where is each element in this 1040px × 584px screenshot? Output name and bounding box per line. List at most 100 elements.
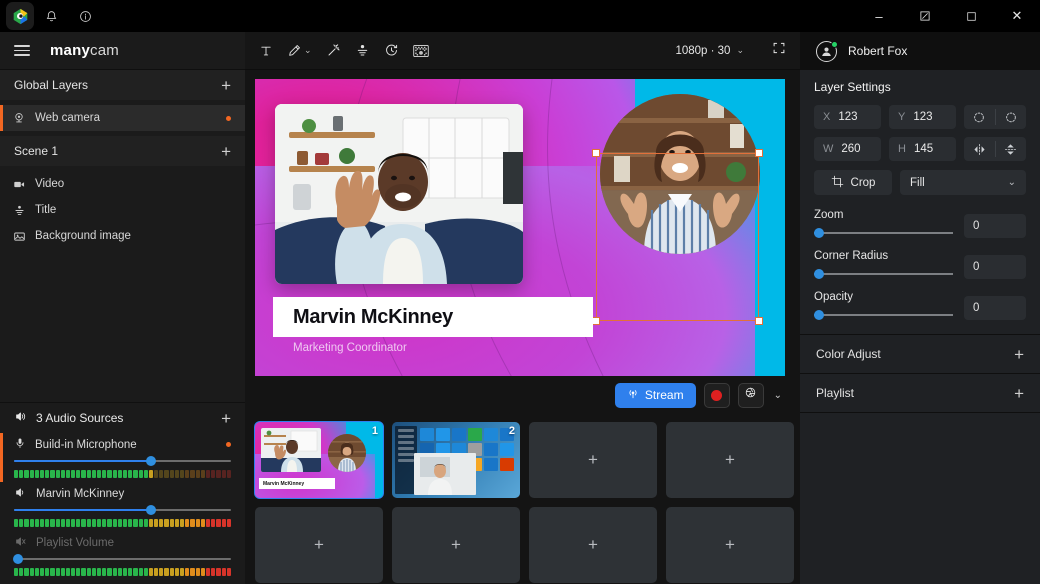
- expand-color-adjust-button[interactable]: +: [1014, 346, 1024, 363]
- y-position-field[interactable]: Y 123: [889, 105, 956, 129]
- audio-source-marvin-mckinney[interactable]: Marvin McKinney: [0, 482, 245, 531]
- rotate-left-icon[interactable]: [964, 105, 995, 129]
- notifications-bell-icon[interactable]: [34, 0, 68, 32]
- title-text-icon: [12, 204, 26, 217]
- maximize-button[interactable]: [948, 0, 994, 32]
- chroma-key-tool[interactable]: [413, 44, 429, 58]
- scene-tile-6[interactable]: +: [392, 507, 520, 583]
- menu-hamburger-icon[interactable]: [14, 45, 30, 56]
- playlist-section[interactable]: Playlist +: [800, 374, 1040, 412]
- user-name: Robert Fox: [848, 44, 907, 58]
- add-scene-plus-icon[interactable]: +: [666, 422, 794, 498]
- timer-tool[interactable]: [384, 43, 399, 58]
- add-scene-plus-icon[interactable]: +: [666, 507, 794, 583]
- record-button[interactable]: [704, 383, 730, 408]
- slider-knob[interactable]: [814, 269, 824, 279]
- add-scene-layer-button[interactable]: +: [221, 143, 231, 160]
- lower-third-name-bar[interactable]: Marvin McKinney: [273, 297, 593, 337]
- volume-slider-playlist[interactable]: [14, 553, 231, 565]
- brand-many: many: [50, 42, 90, 59]
- corner-radius-slider[interactable]: [814, 268, 953, 279]
- scene-tile-8[interactable]: +: [666, 507, 794, 583]
- add-scene-plus-icon[interactable]: +: [529, 422, 657, 498]
- info-circle-icon[interactable]: [68, 0, 102, 32]
- slider-knob[interactable]: [146, 456, 156, 466]
- scene-thumb-overlay-cam: [414, 453, 476, 495]
- sidebar-item-web-camera[interactable]: Web camera: [0, 105, 245, 131]
- video-preview-canvas[interactable]: Marvin McKinney Marketing Coordinator: [255, 79, 785, 376]
- position-fields-row: X 123 Y 123: [814, 105, 1026, 129]
- scene-tile-4[interactable]: +: [666, 422, 794, 498]
- scene-tile-7[interactable]: +: [529, 507, 657, 583]
- sidebar-item-video[interactable]: Video: [0, 171, 245, 197]
- volume-slider-marvin-mckinney[interactable]: [14, 504, 231, 516]
- chevron-down-icon[interactable]: ⌄: [1008, 177, 1016, 188]
- color-adjust-label: Color Adjust: [816, 347, 881, 361]
- minimize-button[interactable]: –: [856, 0, 902, 32]
- color-adjust-section[interactable]: Color Adjust +: [800, 335, 1040, 373]
- circular-webcam-feed[interactable]: [600, 94, 760, 254]
- add-scene-plus-icon[interactable]: +: [255, 507, 383, 583]
- rotate-right-icon[interactable]: [996, 105, 1027, 129]
- presenter-name: Marvin McKinney: [293, 306, 453, 329]
- fullscreen-icon[interactable]: [772, 41, 786, 60]
- sidebar-item-background-image[interactable]: Background image: [0, 223, 245, 249]
- audio-source-playlist-volume[interactable]: Playlist Volume: [0, 531, 245, 580]
- opacity-slider[interactable]: [814, 309, 953, 320]
- slider-knob[interactable]: [814, 228, 824, 238]
- main-webcam-feed[interactable]: [275, 104, 523, 284]
- add-global-layer-button[interactable]: +: [221, 77, 231, 94]
- flip-vertical-icon[interactable]: [996, 137, 1027, 161]
- zoom-value-field[interactable]: 0: [964, 214, 1026, 238]
- slider-fill: [14, 460, 151, 462]
- pen-tool[interactable]: ⌄: [287, 43, 312, 58]
- chevron-down-icon[interactable]: ⌄: [304, 45, 312, 56]
- close-button[interactable]: ✕: [994, 0, 1040, 32]
- slider-track: [814, 314, 953, 316]
- crop-button[interactable]: Crop: [814, 170, 892, 195]
- corner-radius-value-field[interactable]: 0: [964, 255, 1026, 279]
- stream-button[interactable]: Stream: [615, 383, 696, 408]
- audio-source-builtin-microphone[interactable]: Build-in Microphone: [0, 433, 245, 482]
- slider-knob[interactable]: [13, 554, 23, 564]
- volume-slider-builtin-microphone[interactable]: [14, 455, 231, 467]
- layer-settings-title: Layer Settings: [814, 80, 1026, 94]
- scene-tile-5[interactable]: +: [255, 507, 383, 583]
- height-field[interactable]: H 145: [889, 137, 956, 161]
- speaker-icon: [14, 486, 27, 502]
- more-options-chevron-icon[interactable]: ⌄: [772, 390, 784, 401]
- expand-playlist-button[interactable]: +: [1014, 385, 1024, 402]
- manycam-logo-icon[interactable]: [6, 2, 34, 30]
- preview-wrapper: Marvin McKinney Marketing Coordinator: [245, 70, 800, 376]
- slider-track: [814, 232, 953, 234]
- scene-thumb-name-bar: Marvin McKinney: [259, 478, 335, 489]
- snapshot-button[interactable]: [738, 383, 764, 408]
- scene-tile-2[interactable]: 2: [392, 422, 520, 498]
- h-label: H: [898, 143, 906, 155]
- add-scene-plus-icon[interactable]: +: [392, 507, 520, 583]
- zoom-slider[interactable]: [814, 227, 953, 238]
- scene-tile-3[interactable]: +: [529, 422, 657, 498]
- add-audio-source-button[interactable]: +: [221, 410, 231, 427]
- chevron-down-icon[interactable]: ⌄: [736, 45, 744, 56]
- add-scene-plus-icon[interactable]: +: [529, 507, 657, 583]
- opacity-control: Opacity 0: [814, 291, 1026, 320]
- audio-level-meter: [14, 568, 231, 576]
- flip-horizontal-icon[interactable]: [964, 137, 995, 161]
- lower-third-tool[interactable]: [355, 43, 370, 58]
- user-avatar-icon[interactable]: [816, 41, 837, 62]
- opacity-value-field[interactable]: 0: [964, 296, 1026, 320]
- slider-knob[interactable]: [146, 505, 156, 515]
- text-tool[interactable]: [259, 44, 273, 58]
- fill-mode-select[interactable]: Fill ⌄: [900, 170, 1026, 195]
- scene-tile-1[interactable]: Marvin McKinney 1: [255, 422, 383, 498]
- sidebar-item-title[interactable]: Title: [0, 197, 245, 223]
- effects-wand-tool[interactable]: [326, 43, 341, 58]
- layer-label: Title: [35, 204, 56, 216]
- slider-knob[interactable]: [814, 310, 824, 320]
- restore-button[interactable]: [902, 0, 948, 32]
- x-position-field[interactable]: X 123: [814, 105, 881, 129]
- resolution-selector[interactable]: 1080p · 30 ⌄: [675, 45, 744, 57]
- width-field[interactable]: W 260: [814, 137, 881, 161]
- user-account-bar[interactable]: Robert Fox: [800, 32, 1040, 70]
